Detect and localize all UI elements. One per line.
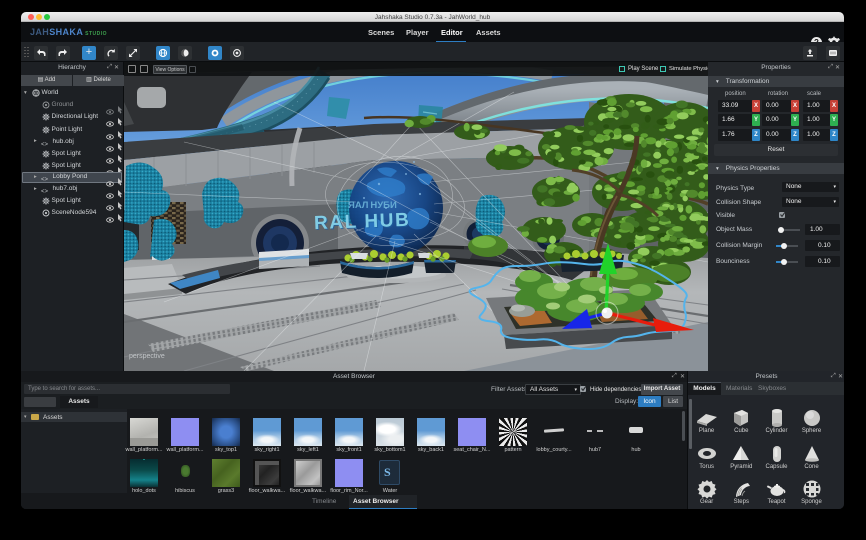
svg-text:ЯАЛ НУБИ: ЯАЛ НУБИ <box>348 200 397 211</box>
svg-text:RAL HUB: RAL HUB <box>314 210 411 234</box>
